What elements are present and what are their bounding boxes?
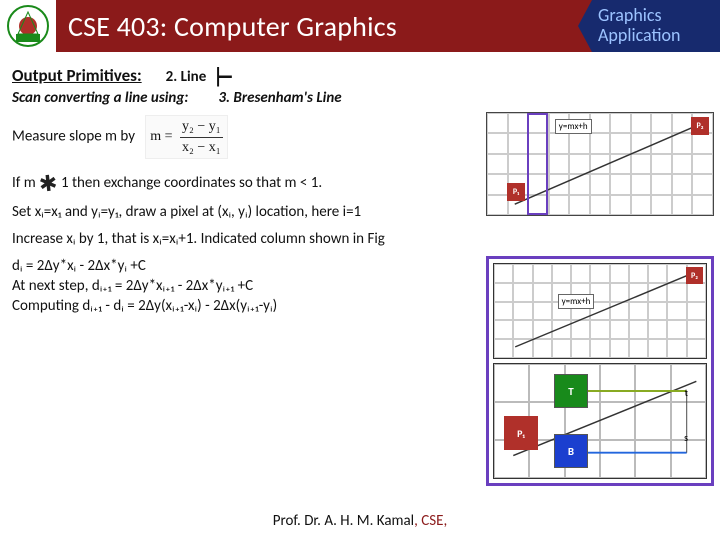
figure-grid-bottom-upper: y=mx+h P₂ [493, 263, 707, 359]
footer-author: Prof. Dr. A. H. M. Kamal, CSE, [273, 512, 447, 530]
topic-tag-line2: Application [598, 26, 720, 46]
footer-dept: , CSE, [414, 512, 447, 530]
increase-line: Increase xᵢ by 1, that is xᵢ=xᵢ+1. Indic… [12, 229, 708, 250]
highlighted-column [527, 113, 548, 215]
figure-grid-bottom-lower: P₁ T B t s [493, 363, 707, 479]
subsection-heading: 2. Line ⊢ [166, 62, 233, 87]
brace-icon: ⊢ [216, 61, 233, 94]
institution-logo [0, 0, 56, 52]
line-equation-label-2: y=mx+h [558, 294, 595, 309]
pixel-B: B [554, 434, 588, 468]
figure-grid-bottom: y=mx+h P₂ P₁ T B t s [486, 256, 714, 486]
handwritten-mark-icon: ✱ [38, 168, 60, 201]
slope-fraction: m = y₂ − y₁ x₂ − x₁ [145, 115, 227, 159]
label-s: s [684, 431, 688, 444]
topic-tag: Graphics Application [592, 0, 720, 52]
point-p1: P₁ [507, 183, 525, 201]
header-bar: CSE 403: Computer Graphics Graphics Appl… [0, 0, 720, 52]
footer-name: Prof. Dr. A. H. M. Kamal [273, 512, 414, 530]
scan-converting-label: Scan converting a line using: [12, 89, 188, 107]
algorithm-name: 3. Bresenham's Line [218, 89, 341, 107]
line-equation-label: y=mx+h [555, 119, 592, 134]
point-p2: P₂ [691, 117, 709, 135]
course-title: CSE 403: Computer Graphics [56, 9, 592, 44]
pixel-T: T [554, 374, 588, 408]
point-p2-2: P₂ [686, 267, 703, 284]
point-p1-2: P₁ [504, 416, 538, 450]
figure-grid-top: y=mx+h P₁ P₂ [486, 112, 714, 216]
label-t: t [685, 386, 688, 399]
section-heading: Output Primitives: [12, 65, 142, 86]
